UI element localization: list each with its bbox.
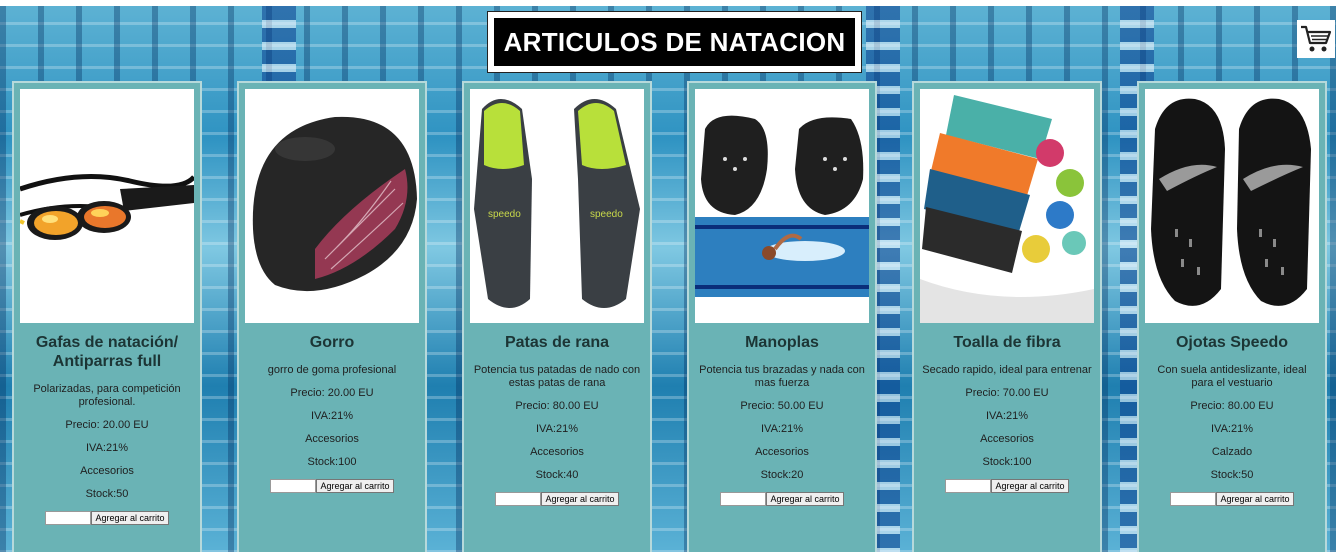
product-price: Precio: 50.00 EU xyxy=(740,400,824,412)
product-card: Gafas de natación/ Antiparras full Polar… xyxy=(12,81,202,552)
product-iva: IVA:21% xyxy=(86,442,128,454)
product-price: Precio: 20.00 EU xyxy=(290,387,374,399)
microfiber-towels-image xyxy=(920,89,1094,323)
product-description: Potencia tus brazadas y nada con mas fue… xyxy=(699,364,865,389)
svg-text:speedo: speedo xyxy=(590,209,623,220)
swim-cap-image xyxy=(245,89,419,323)
quantity-input[interactable] xyxy=(270,479,317,493)
product-description: gorro de goma profesional xyxy=(267,364,397,376)
product-name: Gorro xyxy=(309,334,355,351)
product-stock: Stock:100 xyxy=(982,456,1032,468)
add-to-cart-button[interactable]: Agregar al carrito xyxy=(316,479,394,493)
swim-fins-image: speedo speedo xyxy=(470,89,644,323)
product-name: Gafas de natación/ Antiparras full xyxy=(35,334,179,370)
add-to-cart-button[interactable]: Agregar al carrito xyxy=(541,492,619,506)
add-to-cart-button[interactable]: Agregar al carrito xyxy=(766,492,844,506)
product-iva: IVA:21% xyxy=(761,423,803,435)
product-card: Manoplas Potencia tus brazadas y nada co… xyxy=(687,81,877,552)
page-title-box: ARTICULOS DE NATACION xyxy=(487,11,862,73)
product-price: Precio: 70.00 EU xyxy=(965,387,1049,399)
product-category: Accesorios xyxy=(530,446,584,458)
product-description: Con suela antideslizante, ideal para el … xyxy=(1157,364,1307,389)
product-card: Gorro gorro de goma profesional Precio: … xyxy=(237,81,427,552)
product-description: Polarizadas, para competición profesiona… xyxy=(33,383,181,408)
product-category: Accesorios xyxy=(755,446,809,458)
product-price: Precio: 20.00 EU xyxy=(65,419,149,431)
svg-text:speedo: speedo xyxy=(488,209,521,220)
quantity-input[interactable] xyxy=(1170,492,1217,506)
product-iva: IVA:21% xyxy=(536,423,578,435)
speedo-slides-image xyxy=(1145,89,1319,323)
add-to-cart-button[interactable]: Agregar al carrito xyxy=(91,511,169,525)
product-stock: Stock:50 xyxy=(1210,469,1254,481)
product-name: Patas de rana xyxy=(504,334,610,351)
product-stock: Stock:40 xyxy=(535,469,579,481)
add-to-cart-button[interactable]: Agregar al carrito xyxy=(991,479,1069,493)
product-description: Secado rapido, ideal para entrenar xyxy=(922,364,1092,376)
product-price: Precio: 80.00 EU xyxy=(1190,400,1274,412)
hand-paddles-image xyxy=(695,89,869,323)
product-card: Toalla de fibra Secado rapido, ideal par… xyxy=(912,81,1102,552)
product-iva: IVA:21% xyxy=(986,410,1028,422)
product-category: Accesorios xyxy=(80,465,134,477)
product-stock: Stock:50 xyxy=(85,488,129,500)
add-to-cart-button[interactable]: Agregar al carrito xyxy=(1216,492,1294,506)
product-category: Accesorios xyxy=(305,433,359,445)
product-category: Accesorios xyxy=(980,433,1034,445)
shopping-cart-icon[interactable] xyxy=(1297,20,1335,58)
product-iva: IVA:21% xyxy=(311,410,353,422)
swim-goggles-image xyxy=(20,89,194,323)
product-name: Manoplas xyxy=(745,334,819,351)
product-iva: IVA:21% xyxy=(1211,423,1253,435)
product-name: Ojotas Speedo xyxy=(1175,334,1289,351)
product-stock: Stock:20 xyxy=(760,469,804,481)
quantity-input[interactable] xyxy=(45,511,92,525)
product-category: Calzado xyxy=(1211,446,1253,458)
quantity-input[interactable] xyxy=(945,479,992,493)
product-stock: Stock:100 xyxy=(307,456,357,468)
quantity-input[interactable] xyxy=(720,492,767,506)
product-card: Ojotas Speedo Con suela antideslizante, … xyxy=(1137,81,1327,552)
product-card: speedo speedo Patas de rana Potencia tus… xyxy=(462,81,652,552)
product-name: Toalla de fibra xyxy=(953,334,1061,351)
product-description: Potencia tus patadas de nado con estas p… xyxy=(473,364,641,389)
quantity-input[interactable] xyxy=(495,492,542,506)
product-price: Precio: 80.00 EU xyxy=(515,400,599,412)
page-title: ARTICULOS DE NATACION xyxy=(494,18,855,66)
